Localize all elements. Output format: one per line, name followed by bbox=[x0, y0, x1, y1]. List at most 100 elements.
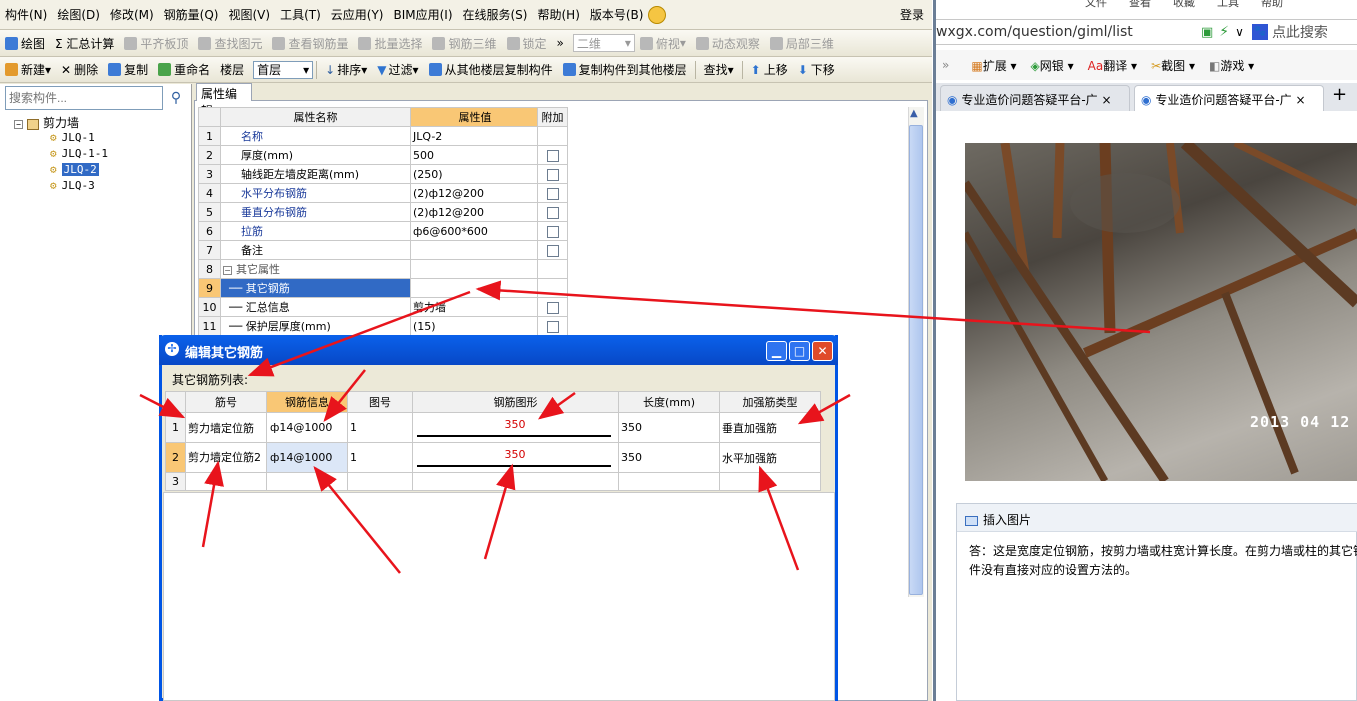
extra-checkbox[interactable] bbox=[546, 149, 559, 162]
menu-tools[interactable]: 工具 bbox=[1217, 0, 1239, 9]
bar-no-cell[interactable]: 剪力墙定位筋2 bbox=[185, 442, 267, 473]
rebar-3d-button[interactable]: 钢筋三维 bbox=[427, 35, 501, 52]
insert-image-button[interactable]: 插入图片 bbox=[957, 504, 1357, 532]
rebar-info-cell[interactable]: ф14@1000 bbox=[266, 442, 348, 473]
length-cell[interactable] bbox=[618, 472, 720, 491]
local-3d-button[interactable]: 局部三维 bbox=[765, 35, 839, 52]
search-icon[interactable]: ⚲ bbox=[166, 88, 186, 108]
scrollbar-thumb[interactable] bbox=[909, 125, 923, 595]
bookmark-ebank[interactable]: ◈网银 ▾ bbox=[1031, 57, 1074, 74]
extra-checkbox[interactable] bbox=[546, 187, 559, 200]
find-button[interactable]: 查找 ▾ bbox=[699, 61, 739, 78]
close-button[interactable]: ✕ bbox=[812, 341, 833, 361]
copy-to-floor-button[interactable]: 复制构件到其他楼层 bbox=[558, 61, 692, 78]
close-icon[interactable]: × bbox=[1295, 93, 1305, 107]
extra-checkbox[interactable] bbox=[546, 206, 559, 219]
table-row[interactable]: 2 厚度(mm) 500 bbox=[198, 145, 568, 165]
table-row-group[interactable]: 8 − 其它属性 bbox=[198, 259, 568, 279]
sum-calc-button[interactable]: Σ 汇总计算 bbox=[50, 35, 119, 52]
menu-draw[interactable]: 绘图(D) bbox=[52, 6, 105, 23]
menu-rebar-qty[interactable]: 钢筋量(Q) bbox=[159, 6, 224, 23]
menu-tools[interactable]: 工具(T) bbox=[275, 6, 326, 23]
top-view-button[interactable]: 俯视 ▾ bbox=[635, 35, 691, 52]
table-row[interactable]: 1 名称 JLQ-2 bbox=[198, 126, 568, 146]
extra-checkbox[interactable] bbox=[546, 320, 559, 333]
extra-checkbox[interactable] bbox=[546, 301, 559, 314]
rebar-type-cell[interactable]: 垂直加强筋 bbox=[719, 412, 821, 443]
bookmark-games[interactable]: ◧游戏 ▾ bbox=[1209, 57, 1254, 74]
table-row-selected[interactable]: 9 ── 其它钢筋 bbox=[198, 278, 568, 298]
lock-button[interactable]: 锁定 bbox=[502, 35, 552, 52]
length-cell[interactable]: 350 bbox=[618, 412, 720, 443]
table-row[interactable]: 11 ── 保护层厚度(mm) (15) bbox=[198, 316, 568, 336]
bar-no-cell[interactable] bbox=[185, 472, 267, 491]
toolbar-more-chevron[interactable]: » bbox=[552, 36, 569, 50]
scroll-up-icon[interactable]: ▲ bbox=[910, 108, 918, 119]
property-value[interactable]: 剪力墙 bbox=[410, 297, 538, 317]
tree-item-jlq-2[interactable]: ⚙ JLQ-2 bbox=[50, 163, 99, 176]
menu-component[interactable]: 构件(N) bbox=[0, 6, 52, 23]
extra-checkbox[interactable] bbox=[546, 244, 559, 257]
move-down-button[interactable]: ⬇ 下移 bbox=[793, 61, 840, 78]
delete-button[interactable]: ✕ 删除 bbox=[56, 61, 103, 78]
figure-no-cell[interactable] bbox=[347, 472, 413, 491]
menu-help[interactable]: 帮助 bbox=[1261, 0, 1283, 9]
new-button[interactable]: 新建 ▾ bbox=[0, 61, 56, 78]
tree-item-jlq-1-1[interactable]: ⚙ JLQ-1-1 bbox=[50, 147, 108, 160]
tab-qa-platform-2[interactable]: ◉ 专业造价问题答疑平台-广 × bbox=[1134, 85, 1324, 111]
property-value[interactable]: (2)ф12@200 bbox=[410, 202, 538, 222]
rebar-shape-cell[interactable]: 350 bbox=[412, 442, 619, 473]
find-element-button[interactable]: 查找图元 bbox=[193, 35, 267, 52]
extra-checkbox[interactable] bbox=[546, 168, 559, 181]
property-value[interactable] bbox=[410, 240, 538, 260]
filter-button[interactable]: ▼ 过滤 ▾ bbox=[372, 61, 423, 78]
bookmark-screenshot[interactable]: ✂截图 ▾ bbox=[1151, 57, 1195, 74]
floor-select[interactable]: 首层 ▾ bbox=[253, 60, 314, 79]
property-value[interactable]: JLQ-2 bbox=[410, 126, 538, 146]
table-row[interactable]: 5 垂直分布钢筋 (2)ф12@200 bbox=[198, 202, 568, 222]
search-field[interactable]: 点此搜索 bbox=[1272, 22, 1328, 42]
rename-button[interactable]: 重命名 bbox=[153, 61, 215, 78]
search-input[interactable] bbox=[5, 86, 163, 110]
property-value[interactable]: (15) bbox=[410, 316, 538, 336]
tree-root-shear-wall[interactable]: − 剪力墙 bbox=[14, 114, 79, 131]
rebar-info-cell[interactable] bbox=[266, 472, 348, 491]
table-row[interactable]: 4 水平分布钢筋 (2)ф12@200 bbox=[198, 183, 568, 203]
view-mode-select[interactable]: 二维 ▾ bbox=[572, 34, 635, 52]
draw-button[interactable]: 绘图 bbox=[0, 35, 50, 52]
move-up-button[interactable]: ⬆ 上移 bbox=[746, 61, 793, 78]
menu-modify[interactable]: 修改(M) bbox=[105, 6, 159, 23]
table-row[interactable]: 10 ── 汇总信息 剪力墙 bbox=[198, 297, 568, 317]
property-value-edit[interactable] bbox=[410, 278, 538, 298]
more-bookmarks-icon[interactable]: » bbox=[942, 58, 949, 72]
extra-checkbox[interactable] bbox=[546, 225, 559, 238]
menu-view[interactable]: 视图(V) bbox=[223, 6, 275, 23]
login-link[interactable]: 登录 bbox=[900, 6, 924, 23]
mascot-icon[interactable] bbox=[648, 5, 667, 24]
rebar-type-cell[interactable]: 水平加强筋 bbox=[719, 442, 821, 473]
tree-item-jlq-3[interactable]: ⚙ JLQ-3 bbox=[50, 179, 95, 192]
property-value[interactable]: (2)ф12@200 bbox=[410, 183, 538, 203]
property-value[interactable]: 500 bbox=[410, 145, 538, 165]
figure-no-cell[interactable]: 1 bbox=[347, 442, 413, 473]
table-row[interactable]: 3 轴线距左墙皮距离(mm) (250) bbox=[198, 164, 568, 184]
menu-help[interactable]: 帮助(H) bbox=[532, 6, 584, 23]
maximize-button[interactable]: □ bbox=[789, 341, 810, 361]
menu-view[interactable]: 查看 bbox=[1129, 0, 1151, 9]
lightning-icon[interactable]: ⚡ bbox=[1219, 24, 1229, 40]
table-row-empty[interactable]: 3 bbox=[165, 472, 821, 491]
minimize-button[interactable]: ▁ bbox=[766, 341, 787, 361]
rebar-shape-cell[interactable] bbox=[412, 472, 619, 491]
view-rebar-button[interactable]: 查看钢筋量 bbox=[267, 35, 353, 52]
menu-version[interactable]: 版本号(B) bbox=[585, 6, 649, 23]
batch-select-button[interactable]: 批量选择 bbox=[353, 35, 427, 52]
url-text[interactable]: wxgx.com/question/giml/list bbox=[936, 24, 1201, 40]
new-tab-button[interactable]: + bbox=[1324, 84, 1347, 111]
sort-button[interactable]: ↓ 排序 ▾ bbox=[320, 61, 372, 78]
property-value[interactable]: ф6@600*600 bbox=[410, 221, 538, 241]
tab-property-edit[interactable]: 属性编辑 bbox=[196, 83, 252, 118]
menu-favorites[interactable]: 收藏 bbox=[1173, 0, 1195, 9]
figure-no-cell[interactable]: 1 bbox=[347, 412, 413, 443]
tree-item-jlq-1[interactable]: ⚙ JLQ-1 bbox=[50, 131, 95, 144]
collapse-icon[interactable]: − bbox=[14, 120, 23, 129]
